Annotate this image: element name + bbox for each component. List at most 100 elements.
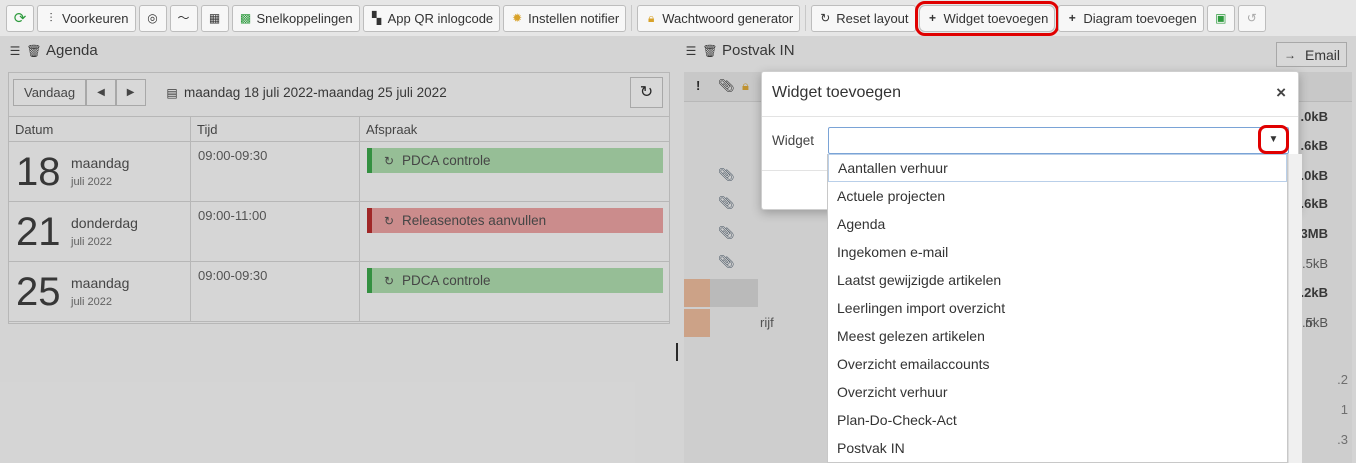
trash-icon[interactable]: 🗑︎ — [26, 44, 41, 58]
paperclip-icon: 📎︎ — [718, 195, 735, 210]
reset-label: Reset layout — [836, 10, 909, 26]
next-button[interactable]: ▶ — [115, 79, 146, 106]
day-number: 25 — [16, 270, 61, 314]
trash-icon[interactable]: 🗑︎ — [702, 44, 717, 58]
dropdown-option[interactable]: Postvak IN — [828, 434, 1287, 462]
dropdown-option[interactable]: Ingekomen e-mail — [828, 238, 1287, 266]
add-widget-label: Widget toevoegen — [943, 10, 1049, 26]
caret-down-icon: ▼ — [1268, 134, 1279, 145]
subject-cell: rijf — [760, 315, 774, 330]
agenda-widget: Vandaag ◀ ▶ ▤ maandag 18 juli 2022-maand… — [8, 72, 670, 324]
appointment-cell: ↻ Releasenotes aanvullen — [360, 202, 669, 261]
widget-select[interactable]: ▼ — [828, 125, 1289, 154]
time-cell: 09:00-11:00 — [191, 202, 360, 261]
size-cell: .0kB — [1300, 109, 1328, 124]
time-cell: 09:00-09:30 — [191, 142, 360, 201]
recurring-icon: ↻ — [383, 153, 395, 168]
toolbar-divider — [805, 5, 807, 31]
preferences-button[interactable]: ⫶ Voorkeuren — [37, 4, 136, 32]
agenda-table: Datum Tijd Afspraak 18 maandag juli 2022… — [9, 116, 669, 322]
agenda-table-header: Datum Tijd Afspraak — [9, 116, 669, 142]
size-cell: .6kB — [1300, 138, 1328, 153]
floppy-icon: ▣ — [1215, 11, 1227, 25]
agenda-panel-header: ☰ 🗑︎ Agenda — [8, 42, 98, 59]
day-name: maandag — [71, 275, 130, 291]
dropdown-option[interactable]: Plan-Do-Check-Act — [828, 406, 1287, 434]
password-generator-button[interactable]: 🔒︎ Wachtwoord generator — [637, 4, 801, 32]
refresh-icon: ⟳ — [13, 9, 27, 27]
dropdown-toggle[interactable]: ▼ — [1258, 125, 1289, 154]
add-diagram-label: Diagram toevoegen — [1083, 10, 1197, 26]
email-button[interactable]: → Email — [1276, 42, 1347, 67]
appointment-item[interactable]: ↻ PDCA controle — [367, 148, 663, 173]
shortcuts-label: Snelkoppelingen — [256, 10, 353, 26]
agenda-nav: Vandaag ◀ ▶ — [13, 79, 146, 106]
preferences-label: Voorkeuren — [62, 10, 129, 26]
appointment-item[interactable]: ↻ PDCA controle — [367, 268, 663, 293]
day-number: 21 — [16, 210, 61, 254]
qr-login-button[interactable]: ▚ App QR inlogcode — [362, 4, 501, 32]
save-button[interactable]: ▣ — [1206, 4, 1235, 32]
plus-icon: + — [1068, 11, 1076, 25]
reset-layout-button[interactable]: ↻ Reset layout — [811, 4, 916, 32]
table-row: 25 maandag juli 2022 09:00-09:30 ↻ PDCA … — [9, 262, 669, 322]
dropdown-option[interactable]: Actuele projecten — [828, 182, 1287, 210]
appointment-label: PDCA controle — [402, 153, 491, 168]
today-button[interactable]: Vandaag — [13, 79, 87, 106]
notifier-button[interactable]: ✹ Instellen notifier — [503, 4, 627, 32]
profile-button[interactable]: ◎ — [138, 4, 167, 32]
column-header: Datum — [9, 117, 191, 141]
size-cell: .0kB — [1300, 168, 1328, 183]
appointment-item[interactable]: ↻ Releasenotes aanvullen — [367, 208, 663, 233]
dropdown-option[interactable]: Overzicht emailaccounts — [828, 350, 1287, 378]
day-name: maandag — [71, 155, 130, 171]
user-circle-icon: ◎ — [147, 11, 158, 25]
agenda-refresh-button[interactable]: ↻ — [630, 77, 663, 108]
grid-button[interactable]: ▦ — [200, 4, 229, 32]
password-label: Wachtwoord generator — [662, 10, 794, 26]
paperclip-icon: 📎︎ — [718, 78, 735, 93]
postvak-panel-header: ☰ 🗑︎ Postvak IN — [684, 42, 795, 59]
dropdown-option[interactable]: Meest gelezen artikelen — [828, 322, 1287, 350]
prev-button[interactable]: ◀ — [86, 79, 116, 106]
toolbar-divider — [631, 5, 633, 31]
lock-icon: 🔒︎ — [648, 11, 655, 25]
drag-handle-icon[interactable]: ☰ — [684, 44, 698, 58]
dropdown-scrollbar[interactable] — [1288, 154, 1302, 463]
dropdown-option[interactable]: Aantallen verhuur — [828, 154, 1287, 182]
gear-icon: ✹ — [512, 11, 523, 25]
plus-icon: + — [929, 11, 937, 25]
appointment-cell: ↻ PDCA controle — [360, 262, 669, 321]
qr-label: App QR inlogcode — [387, 10, 494, 26]
day-month: juli 2022 — [71, 176, 112, 188]
paperclip-icon: 📎︎ — [718, 225, 735, 240]
date-cell: 18 maandag juli 2022 — [9, 142, 191, 201]
caret-left-icon: ◀ — [97, 87, 105, 98]
text-cursor — [676, 343, 678, 361]
row-marker — [710, 279, 758, 307]
dropdown-option[interactable]: Overzicht verhuur — [828, 378, 1287, 406]
day-name: donderdag — [71, 215, 138, 231]
dropdown-option[interactable]: Leerlingen import overzicht — [828, 294, 1287, 322]
refresh-button[interactable]: ⟳ — [6, 4, 34, 32]
arrow-right-icon: → — [1283, 47, 1296, 62]
undo-icon: ↺ — [1246, 11, 1257, 25]
appointment-label: PDCA controle — [402, 273, 491, 288]
size-cell: 3MB — [1300, 226, 1328, 241]
toolbar: ⟳ ⫶ Voorkeuren ◎ 〜 ▦ ▩ Snelkoppelingen ▚… — [0, 0, 1356, 36]
table-row: 21 donderdag juli 2022 09:00-11:00 ↻ Rel… — [9, 202, 669, 262]
size-cell: .2kB — [1300, 285, 1328, 300]
dropdown-option[interactable]: Agenda — [828, 210, 1287, 238]
modal-title: Widget toevoegen — [772, 84, 901, 101]
dropdown-option[interactable]: Laatst gewijzigde artikelen — [828, 266, 1287, 294]
qr-icon: ▚ — [372, 11, 382, 25]
undo-button[interactable]: ↺ — [1237, 4, 1266, 32]
add-diagram-button[interactable]: + Diagram toevoegen — [1058, 4, 1204, 32]
close-button[interactable]: × — [1276, 83, 1286, 103]
signature-button[interactable]: 〜 — [169, 4, 198, 32]
add-widget-button[interactable]: + Widget toevoegen — [914, 0, 1060, 36]
shortcuts-button[interactable]: ▩ Snelkoppelingen — [231, 4, 360, 32]
tiles-icon: ▩ — [239, 11, 252, 25]
drag-handle-icon[interactable]: ☰ — [8, 44, 22, 58]
column-header: Tijd — [191, 117, 360, 141]
